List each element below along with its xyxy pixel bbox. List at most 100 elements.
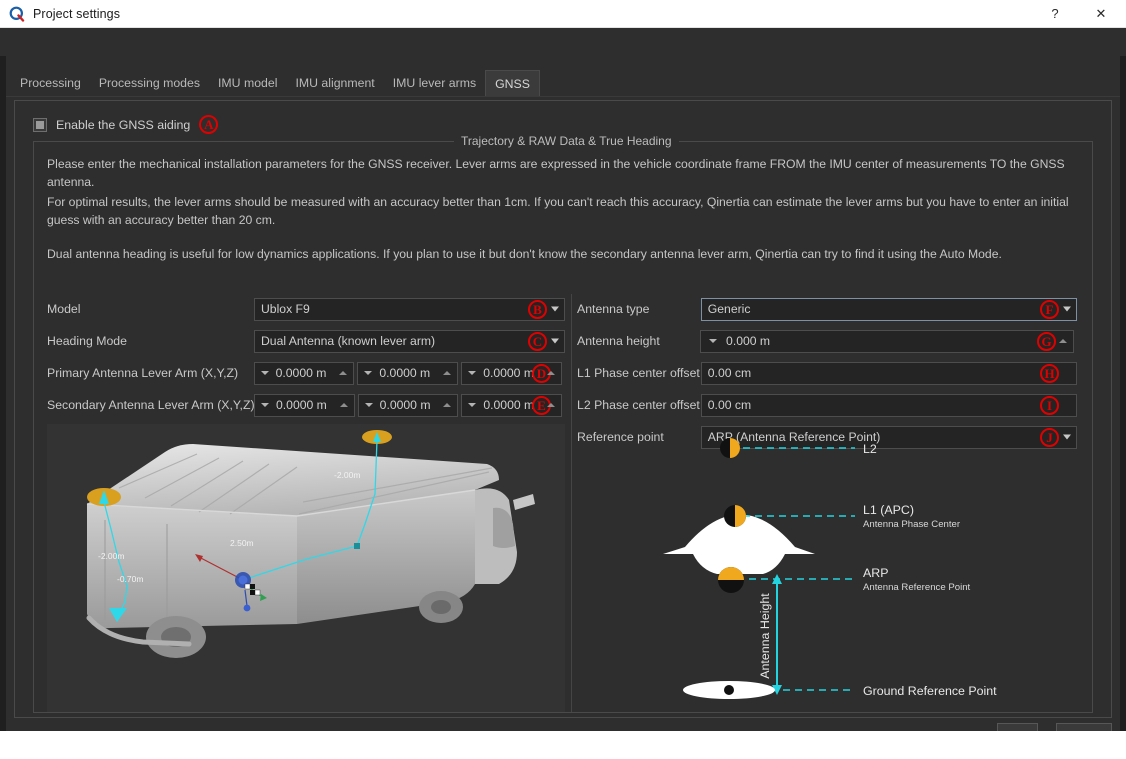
model-row: Model Ublox F9 B xyxy=(47,294,565,324)
close-button[interactable]: ✕ xyxy=(1078,0,1124,28)
heading-mode-combobox[interactable]: Dual Antenna (known lever arm) C xyxy=(254,329,565,353)
chevron-down-icon[interactable] xyxy=(1063,306,1071,312)
antenna-type-combobox[interactable]: Generic F xyxy=(700,297,1077,321)
primary-lever-arm-label: Primary Antenna Lever Arm (X,Y,Z) xyxy=(47,366,239,380)
stepper-up-icon[interactable] xyxy=(546,371,555,375)
annotation-badge-g: G xyxy=(1037,331,1056,351)
model-value: Ublox F9 xyxy=(261,302,310,316)
secondary-lever-arm-x-value: 0.0000 m xyxy=(276,398,327,412)
secondary-lever-arm-label: Secondary Antenna Lever Arm (X,Y,Z) xyxy=(47,398,255,412)
stepper-up-icon[interactable] xyxy=(339,403,348,407)
dialog-body: Processing Processing modes IMU model IM… xyxy=(0,28,1126,759)
window-bottom-strip xyxy=(0,731,1126,759)
annotation-badge-f: F xyxy=(1040,299,1059,319)
primary-lever-arm-z-stepper[interactable]: 0.0000 m D xyxy=(461,361,562,385)
vehicle-label-mid: 2.50m xyxy=(230,538,254,548)
secondary-lever-arm-row: Secondary Antenna Lever Arm (X,Y,Z) 0.00… xyxy=(47,390,565,420)
column-divider xyxy=(571,294,572,712)
tab-imu-lever-arms[interactable]: IMU lever arms xyxy=(384,70,485,96)
tab-processing-modes[interactable]: Processing modes xyxy=(90,70,209,96)
help-button[interactable]: ? xyxy=(1032,0,1078,28)
diagram-label-l2: L2 xyxy=(863,442,877,456)
title-bar: Project settings ? ✕ xyxy=(0,0,1126,28)
stepper-down-icon[interactable] xyxy=(468,371,477,375)
primary-lever-arm-x-stepper[interactable]: 0.0000 m xyxy=(253,361,355,385)
stepper-up-icon[interactable] xyxy=(547,403,556,407)
window-controls: ? ✕ xyxy=(1032,0,1126,28)
heading-mode-row: Heading Mode Dual Antenna (known lever a… xyxy=(47,326,565,356)
primary-lever-arm-row: Primary Antenna Lever Arm (X,Y,Z) 0.0000… xyxy=(47,358,565,388)
antenna-height-stepper[interactable]: 0.000 m G xyxy=(700,329,1074,353)
vehicle-label-rear-top: -2.00m xyxy=(334,470,360,480)
antenna-type-row: Antenna type Generic F xyxy=(577,294,1077,324)
stepper-down-icon[interactable] xyxy=(364,403,373,407)
diagram-label-antenna-height: Antenna Height xyxy=(758,593,772,679)
model-label: Model xyxy=(47,302,81,316)
annotation-badge-i: I xyxy=(1040,395,1059,415)
tab-processing[interactable]: Processing xyxy=(11,70,90,96)
heading-mode-label: Heading Mode xyxy=(47,334,127,348)
stepper-up-icon[interactable] xyxy=(443,403,452,407)
stepper-down-icon[interactable] xyxy=(261,403,269,407)
stepper-down-icon[interactable] xyxy=(260,371,269,375)
left-fields-column: Model Ublox F9 B Heading Mode Dual Anten… xyxy=(47,294,565,422)
antenna-height-label: Antenna height xyxy=(577,334,660,348)
l2-offset-row: L2 Phase center offset 0.00 cm I xyxy=(577,390,1077,420)
stepper-up-icon[interactable] xyxy=(1059,339,1067,343)
stepper-down-icon[interactable] xyxy=(468,403,477,407)
chevron-down-icon[interactable] xyxy=(551,338,559,344)
project-settings-window: Project settings ? ✕ Processing Processi… xyxy=(0,0,1126,759)
tab-imu-model[interactable]: IMU model xyxy=(209,70,286,96)
annotation-badge-h: H xyxy=(1040,363,1059,383)
window-edge-left xyxy=(0,56,6,759)
settings-tabbar: Processing Processing modes IMU model IM… xyxy=(11,70,540,96)
diagram-sublabel-arp: Antenna Reference Point xyxy=(863,582,971,593)
vehicle-3d-viewport[interactable]: -2.00m 2.50m -2.00m -0.70m xyxy=(47,424,565,712)
vehicle-label-left-short: -0.70m xyxy=(117,574,143,584)
help-paragraph-2: For optimal results, the lever arms shou… xyxy=(47,195,1069,227)
annotation-badge-a: A xyxy=(199,115,219,134)
primary-lever-arm-x-value: 0.0000 m xyxy=(275,366,327,380)
l1-offset-label: L1 Phase center offset xyxy=(577,366,700,380)
secondary-lever-arm-x-stepper[interactable]: 0.0000 m xyxy=(254,393,355,417)
help-paragraph-3: Dual antenna heading is useful for low d… xyxy=(47,247,1002,261)
antenna-height-value: 0.000 m xyxy=(726,334,771,348)
vehicle-label-left-down: -2.00m xyxy=(98,551,124,561)
enable-gnss-aiding-checkbox[interactable] xyxy=(33,117,47,132)
model-combobox[interactable]: Ublox F9 B xyxy=(254,297,565,321)
antenna-reference-diagram: L2 L1 (APC) Antenna Phase Center ARP Ant… xyxy=(577,424,1077,712)
gnss-panel: Enable the GNSS aiding A Trajectory & RA… xyxy=(14,100,1112,718)
window-title: Project settings xyxy=(33,6,121,21)
stepper-up-icon[interactable] xyxy=(443,371,452,375)
stepper-up-icon[interactable] xyxy=(339,371,348,375)
tab-imu-alignment[interactable]: IMU alignment xyxy=(286,70,383,96)
diagram-label-l1: L1 (APC) xyxy=(863,503,914,517)
l1-offset-input[interactable]: 0.00 cm H xyxy=(700,361,1077,385)
stepper-down-icon[interactable] xyxy=(364,371,373,375)
phase-center-marker-l1 xyxy=(724,505,746,527)
l1-offset-row: L1 Phase center offset 0.00 cm H xyxy=(577,358,1077,388)
chevron-down-icon[interactable] xyxy=(551,306,559,312)
heading-mode-value: Dual Antenna (known lever arm) xyxy=(261,334,436,348)
stepper-down-icon[interactable] xyxy=(709,339,718,343)
diagram-label-arp: ARP xyxy=(863,566,888,580)
l2-offset-input[interactable]: 0.00 cm I xyxy=(700,393,1077,417)
phase-center-marker-arp xyxy=(718,567,744,593)
secondary-lever-arm-z-stepper[interactable]: 0.0000 m E xyxy=(461,393,563,417)
secondary-lever-arm-y-value: 0.0000 m xyxy=(379,398,431,412)
group-box-title: Trajectory & RAW Data & True Heading xyxy=(454,134,679,148)
window-edge-right xyxy=(1120,56,1126,759)
enable-gnss-aiding-label: Enable the GNSS aiding xyxy=(56,117,191,132)
vehicle-3d-scene: -2.00m 2.50m -2.00m -0.70m xyxy=(86,430,535,658)
secondary-lever-arm-y-stepper[interactable]: 0.0000 m xyxy=(357,393,459,417)
tab-gnss[interactable]: GNSS xyxy=(485,70,540,96)
antenna-type-label: Antenna type xyxy=(577,302,650,316)
secondary-lever-arm-z-value: 0.0000 m xyxy=(483,398,535,412)
diagram-label-ground: Ground Reference Point xyxy=(863,684,997,698)
diagram-sublabel-l1: Antenna Phase Center xyxy=(863,519,961,530)
primary-lever-arm-y-stepper[interactable]: 0.0000 m xyxy=(357,361,459,385)
l2-offset-value: 0.00 cm xyxy=(707,398,752,412)
trajectory-group-box: Trajectory & RAW Data & True Heading Ple… xyxy=(33,134,1093,713)
tabbar-divider xyxy=(6,96,1120,97)
enable-gnss-aiding-row[interactable]: Enable the GNSS aiding A xyxy=(33,115,219,134)
